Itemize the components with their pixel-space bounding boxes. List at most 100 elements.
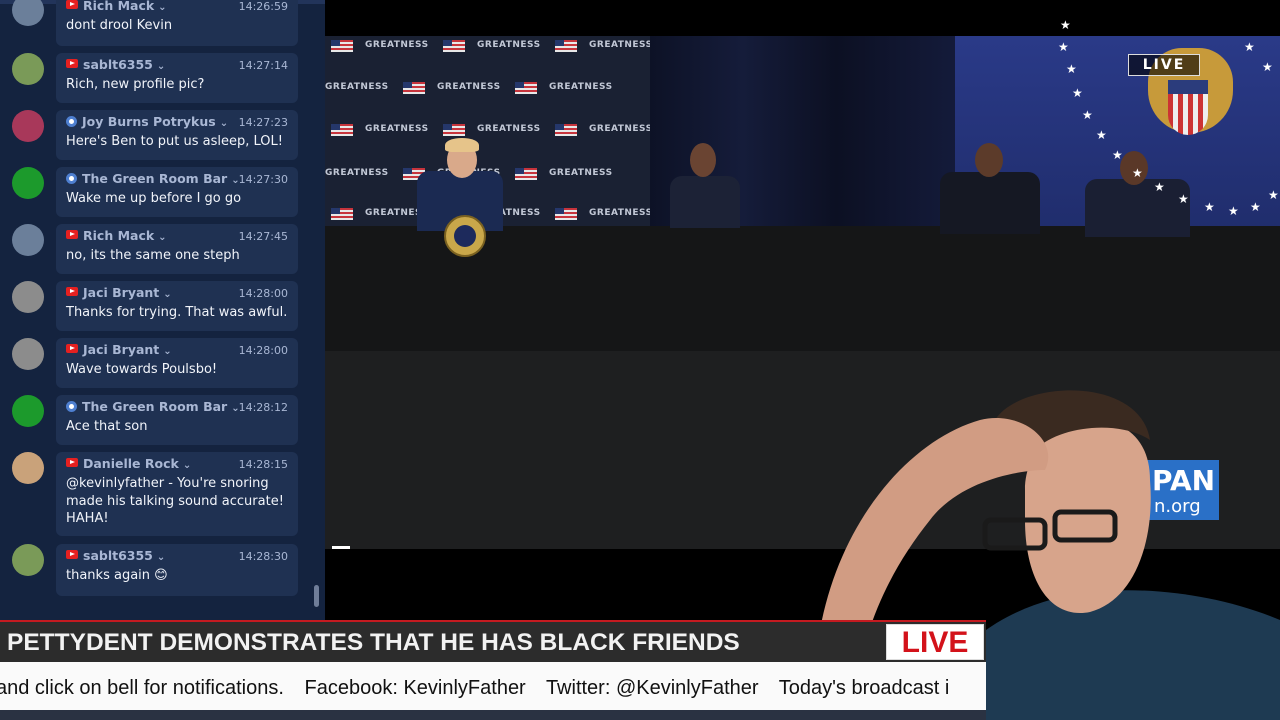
chat-text: dont drool Kevin	[66, 18, 173, 33]
avatar[interactable]	[12, 452, 44, 484]
star-icon: ★	[1132, 166, 1143, 180]
chat-username[interactable]: Danielle Rock ⌄	[66, 456, 191, 471]
chat-text: thanks again 😊	[66, 568, 168, 583]
video-progress-marker	[332, 546, 350, 549]
us-flag-icon	[515, 82, 537, 94]
us-flag-icon	[443, 124, 465, 136]
headline-bar: PETTYDENT DEMONSTRATES THAT HE HAS BLACK…	[0, 622, 986, 662]
star-icon: ★	[1096, 128, 1107, 142]
chat-username[interactable]: sablt6355 ⌄	[66, 57, 165, 72]
star-icon: ★	[1072, 86, 1083, 100]
avatar[interactable]	[12, 281, 44, 313]
guest-person-1	[670, 176, 740, 228]
chat-timestamp: 14:27:30	[238, 173, 288, 186]
star-icon: ★	[1154, 180, 1165, 194]
youtube-icon	[66, 287, 78, 296]
chat-username[interactable]: Joy Burns Potrykus ⌄	[66, 114, 228, 129]
chat-username[interactable]: Jaci Bryant ⌄	[66, 342, 172, 357]
presidential-seal-icon	[444, 215, 486, 257]
backdrop-slogan: GREATNESS	[589, 124, 653, 134]
chat-bubble: Jaci Bryant ⌄ 14:28:00 Wave towards Poulsbo…	[56, 338, 298, 388]
chevron-down-icon[interactable]: ⌄	[157, 61, 165, 72]
chat-timestamp: 14:28:30	[238, 550, 288, 563]
star-icon: ★	[1244, 40, 1255, 54]
chat-username[interactable]: Rich Mack ⌄	[66, 228, 167, 243]
chevron-down-icon[interactable]: ⌄	[163, 346, 171, 357]
backdrop-slogan: GREATNESS	[325, 82, 389, 92]
chat-username-text: The Green Room Bar	[82, 171, 228, 186]
guest-head-1	[690, 143, 716, 177]
youtube-icon	[66, 59, 78, 68]
us-flag-icon	[331, 124, 353, 136]
star-icon: ★	[1112, 148, 1123, 162]
chat-text: Here's Ben to put us asleep, LOL!	[66, 134, 283, 149]
ticker-bottom-bar	[0, 710, 986, 720]
avatar[interactable]	[12, 224, 44, 256]
news-ticker: and click on bell for notifications. Fac…	[0, 662, 986, 710]
chat-bubble: Danielle Rock ⌄ 14:28:15 @kevinlyfather - Y…	[56, 452, 298, 536]
backdrop-slogan: GREATNESS	[365, 40, 429, 50]
chat-text: Wave towards Poulsbo!	[66, 362, 218, 377]
chat-username-text: sablt6355	[83, 57, 153, 72]
chat-username[interactable]: Jaci Bryant ⌄	[66, 285, 172, 300]
avatar[interactable]	[12, 544, 44, 576]
chat-text: Wake me up before I go go	[66, 191, 242, 206]
chevron-down-icon[interactable]: ⌄	[158, 232, 166, 243]
avatar[interactable]	[12, 167, 44, 199]
youtube-icon	[66, 458, 78, 467]
chat-username[interactable]: Rich Mack ⌄	[66, 0, 167, 13]
us-flag-icon	[331, 208, 353, 220]
backdrop-slogan: GREATNESS	[437, 82, 501, 92]
avatar[interactable]	[12, 0, 44, 26]
chat-text: Ace that son	[66, 419, 148, 434]
guest-head-2	[975, 143, 1003, 177]
backdrop-slogan: GREATNESS	[365, 124, 429, 134]
chat-timestamp: 14:27:23	[238, 116, 288, 129]
star-icon: ★	[1228, 204, 1239, 218]
youtube-icon	[66, 550, 78, 559]
backdrop-slogan: GREATNESS	[549, 168, 613, 178]
us-flag-icon	[555, 40, 577, 52]
chat-bubble: Jaci Bryant ⌄ 14:28:00 Thanks for trying. T…	[56, 281, 298, 331]
chat-text: Rich, new profile pic?	[66, 77, 205, 92]
chat-username[interactable]: The Green Room Bar ⌄	[66, 399, 240, 414]
guest-person-3	[1085, 179, 1190, 237]
avatar[interactable]	[12, 53, 44, 85]
ticker-text: and click on bell for notifications. Fac…	[0, 662, 964, 710]
chat-timestamp: 14:28:00	[238, 287, 288, 300]
avatar[interactable]	[12, 110, 44, 142]
chevron-down-icon[interactable]: ⌄	[157, 552, 165, 563]
chat-username-text: Joy Burns Potrykus	[82, 114, 216, 129]
chat-timestamp: 14:27:14	[238, 59, 288, 72]
chat-text: no, its the same one steph	[66, 248, 240, 263]
backdrop-slogan: GREATNESS	[589, 40, 653, 50]
chevron-down-icon[interactable]: ⌄	[183, 460, 191, 471]
chat-username-text: Jaci Bryant	[83, 342, 160, 357]
chat-panel: Rich Mack ⌄ 14:26:59 dont drool Kevin sablt6…	[0, 0, 325, 620]
chevron-down-icon[interactable]: ⌄	[220, 118, 228, 129]
chevron-down-icon[interactable]: ⌄	[158, 2, 166, 13]
backdrop-slogan: GREATNESS	[477, 40, 541, 50]
chat-text: Thanks for trying. That was awful.	[66, 305, 288, 320]
avatar[interactable]	[12, 395, 44, 427]
star-icon: ★	[1178, 192, 1189, 206]
chat-username[interactable]: The Green Room Bar ⌄	[66, 171, 240, 186]
star-icon: ★	[1268, 188, 1279, 202]
chevron-down-icon[interactable]: ⌄	[163, 289, 171, 300]
chat-bubble: Rich Mack ⌄ 14:26:59 dont drool Kevin	[56, 0, 298, 46]
ticker-item: Facebook: KevinlyFather	[304, 677, 526, 699]
chat-username[interactable]: sablt6355 ⌄	[66, 548, 165, 563]
chat-bubble: Joy Burns Potrykus ⌄ 14:27:23 Here's Ben to…	[56, 110, 298, 160]
us-flag-icon	[403, 82, 425, 94]
star-icon: ★	[1250, 200, 1261, 214]
chat-username-text: Jaci Bryant	[83, 285, 160, 300]
star-icon: ★	[1058, 40, 1069, 54]
live-badge-label: LIVE	[901, 626, 969, 659]
star-icon: ★	[1262, 60, 1273, 74]
star-icon: ★	[1060, 18, 1071, 32]
avatar[interactable]	[12, 338, 44, 370]
star-icon: ★	[1066, 62, 1077, 76]
headline-text: PETTYDENT DEMONSTRATES THAT HE HAS BLACK…	[7, 629, 740, 656]
chat-scrollbar[interactable]	[314, 585, 319, 607]
backdrop-slogan: GREATNESS	[477, 124, 541, 134]
